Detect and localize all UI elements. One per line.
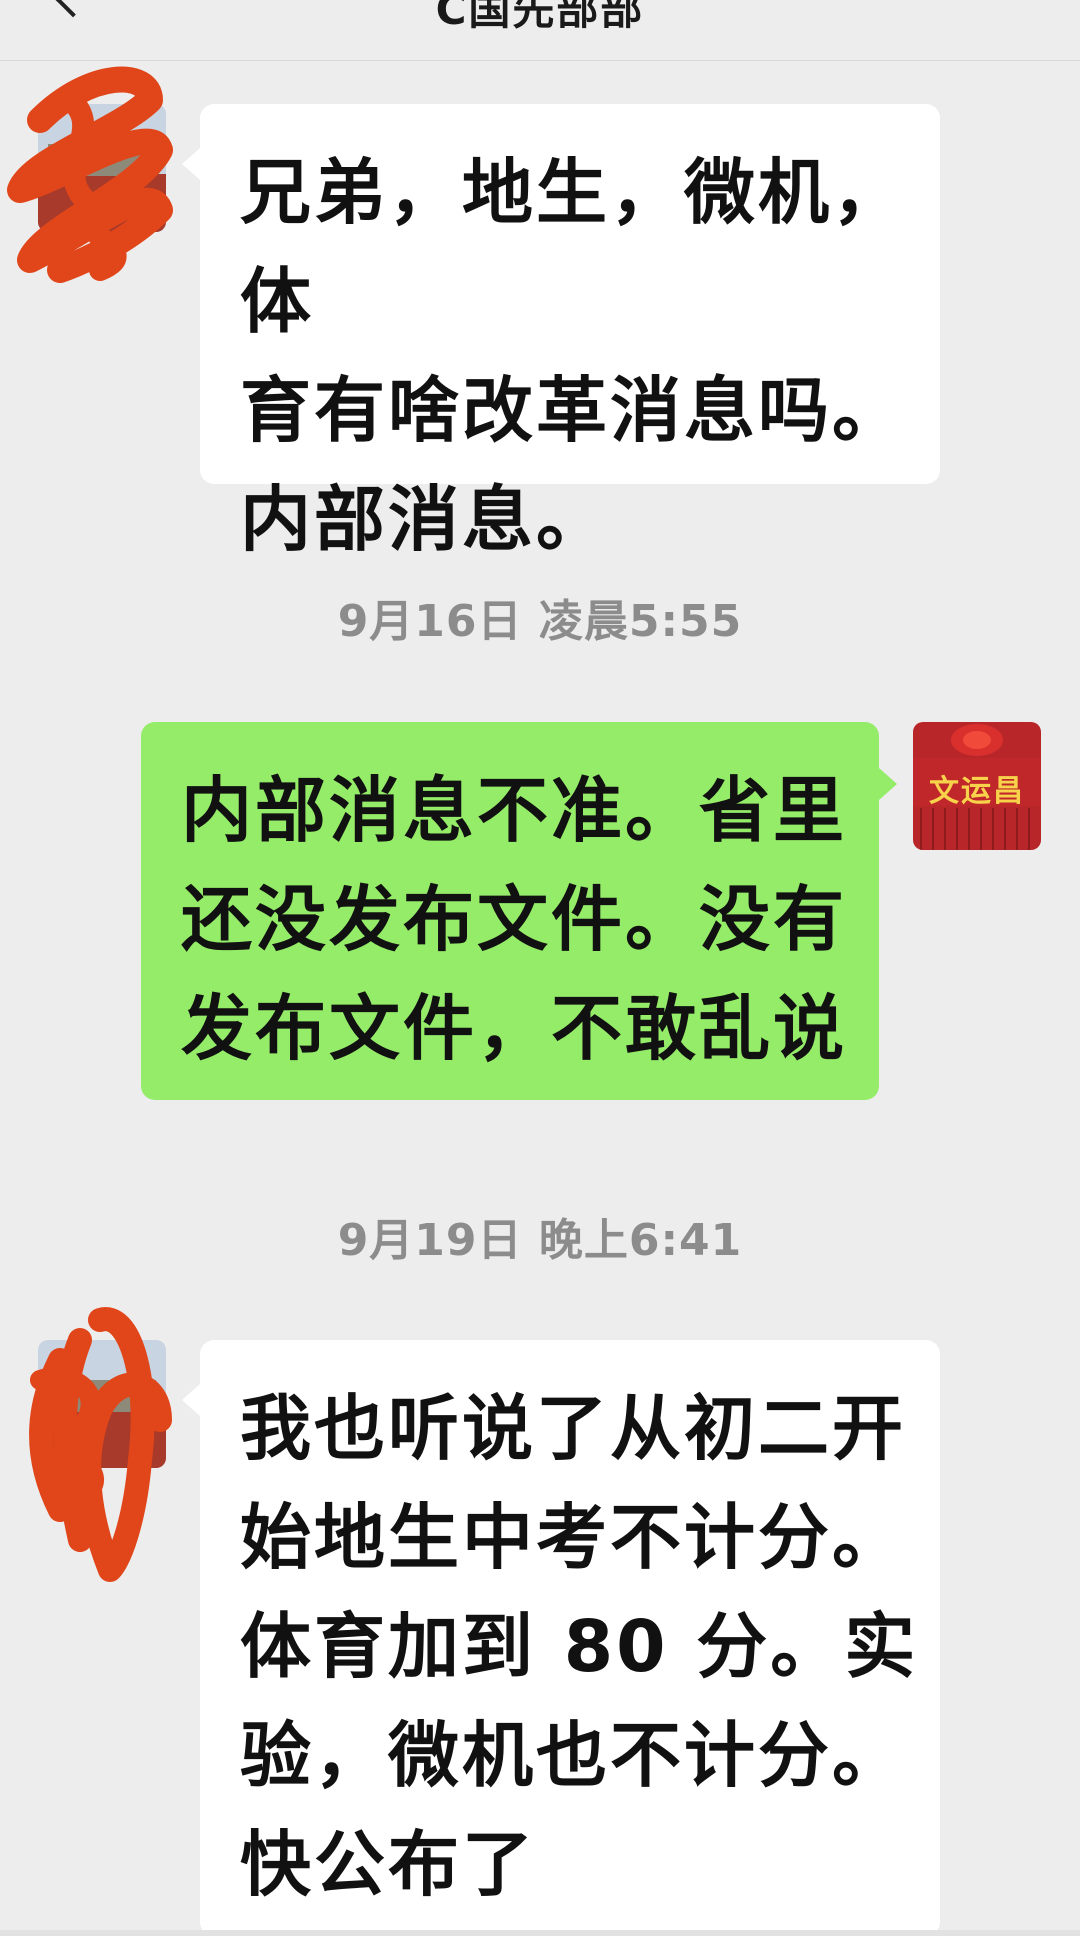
message-text: 我也听说了从初二开 始地生中考不计分。 体育加到 80 分。实 验，微机也不计分… bbox=[240, 1387, 919, 1906]
bottom-divider bbox=[0, 1930, 1080, 1936]
message-timestamp: 9月16日 凌晨5:55 bbox=[337, 596, 743, 647]
redaction-scribble bbox=[7, 66, 173, 283]
message-text: 内部消息不准。省里 还没发布文件。没有 发布文件，不敢乱说 bbox=[181, 769, 848, 1070]
self-avatar-text: 文运昌 bbox=[929, 774, 1025, 809]
message-bubble-incoming[interactable]: 兄弟，地生，微机，体 育有啥改革消息吗。 内部消息。 bbox=[182, 104, 940, 561]
chat-title: C国先部部 bbox=[435, 0, 645, 34]
chat-header: C国先部部 bbox=[0, 0, 1080, 61]
message-timestamp: 9月19日 晚上6:41 bbox=[337, 1215, 743, 1266]
message-bubble-incoming[interactable]: 我也听说了从初二开 始地生中考不计分。 体育加到 80 分。实 验，微机也不计分… bbox=[182, 1340, 940, 1936]
redaction-scribble bbox=[29, 1307, 172, 1582]
bubble-tail bbox=[182, 1384, 200, 1416]
message-bubble-outgoing[interactable]: 内部消息不准。省里 还没发布文件。没有 发布文件，不敢乱说 bbox=[141, 722, 897, 1100]
bubble-tail bbox=[182, 148, 200, 180]
message-text: 兄弟，地生，微机，体 育有啥改革消息吗。 内部消息。 bbox=[240, 151, 907, 561]
bubble-tail bbox=[879, 768, 897, 800]
self-avatar[interactable]: 文运昌 bbox=[913, 722, 1041, 850]
